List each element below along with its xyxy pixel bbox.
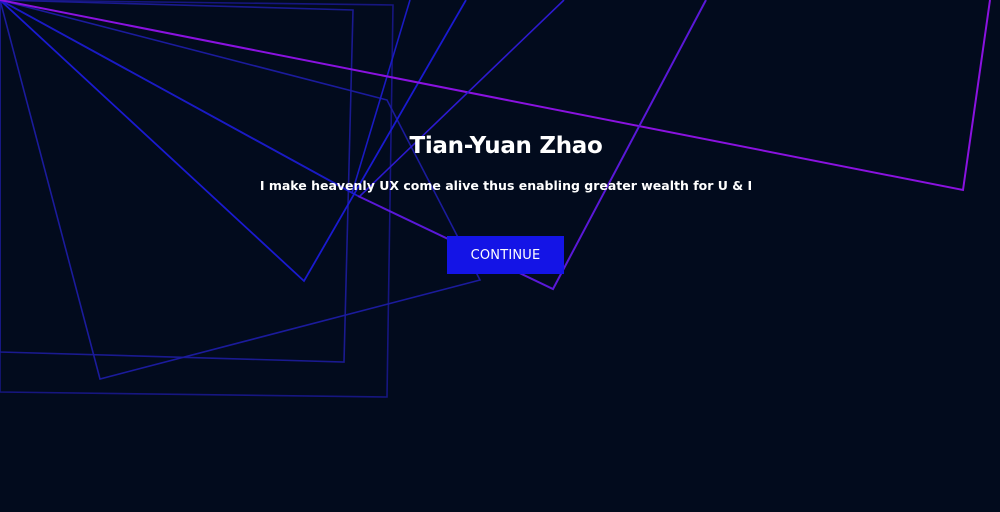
hero-section: Tian-Yuan Zhao I make heavenly UX come a… [0,0,1000,512]
landing-page: Tian-Yuan Zhao I make heavenly UX come a… [0,0,1000,512]
continue-button[interactable]: CONTINUE [447,236,564,274]
tagline: I make heavenly UX come alive thus enabl… [259,178,753,193]
page-title: Tian-Yuan Zhao [409,133,603,159]
